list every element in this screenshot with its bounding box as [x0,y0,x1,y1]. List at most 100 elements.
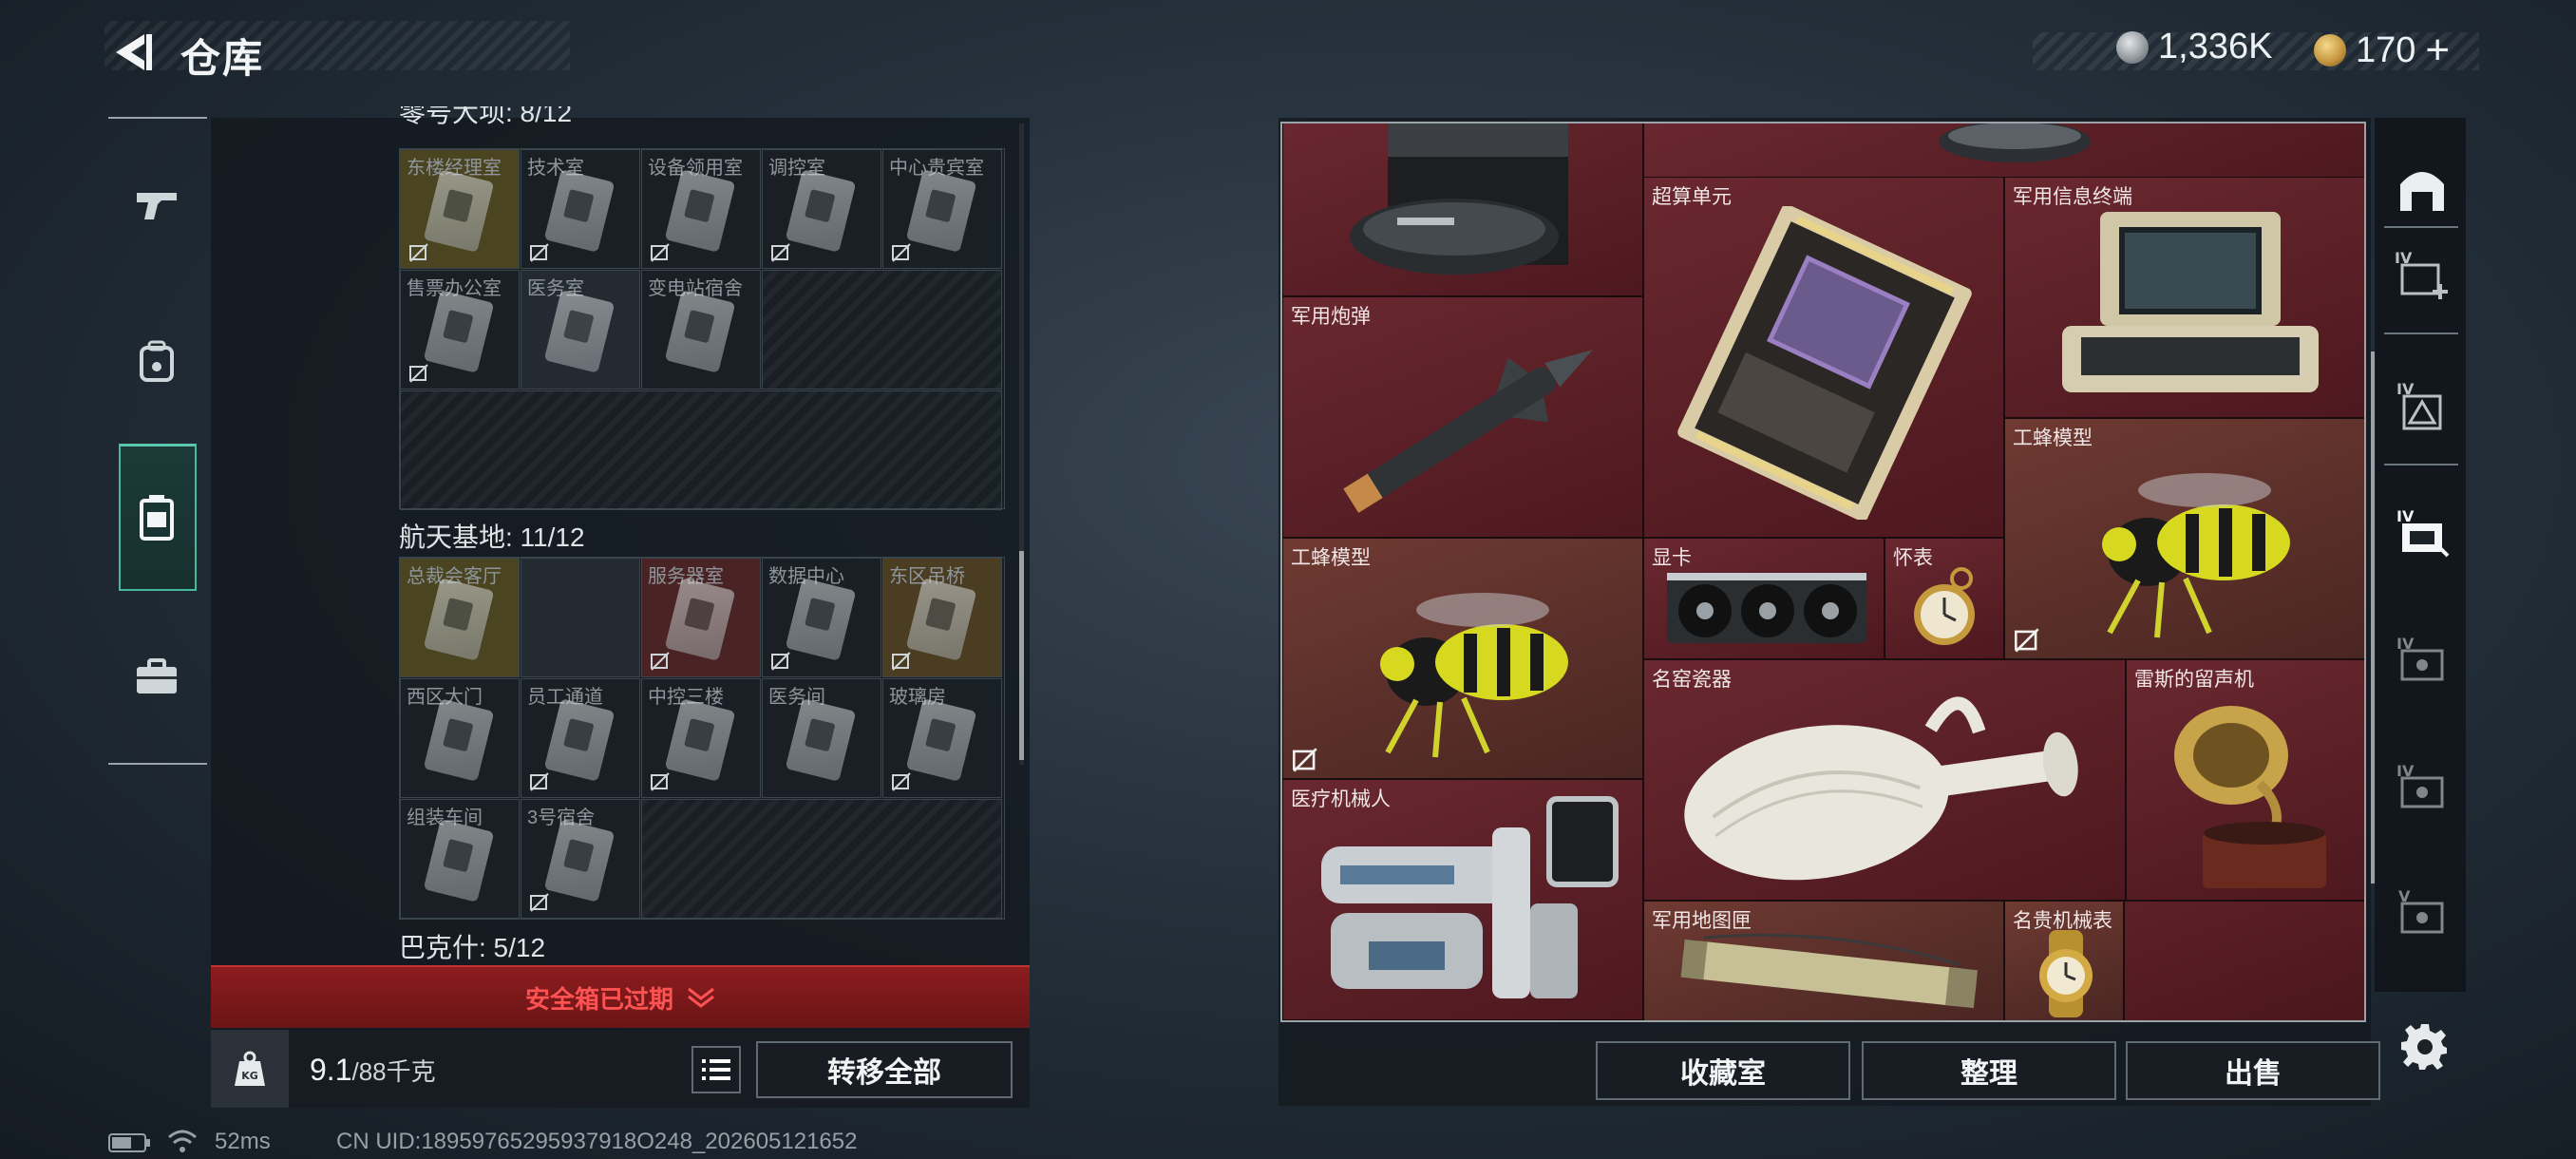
rail-case-iv-button[interactable]: IV [2389,629,2455,692]
card-case-icon: IV [2396,507,2450,558]
key-slot[interactable]: 售票办公室 [400,270,520,390]
hafcoin-icon [2116,30,2149,64]
no-carry-icon [530,772,549,791]
empty-slot[interactable] [400,390,1002,510]
safebox-tab[interactable] [119,480,195,556]
key-slot[interactable]: 中心贵宾室 [882,149,1002,269]
keycard-icon [664,698,736,782]
medical-robot-image [1321,796,1619,998]
stash-item[interactable]: 显卡 [1643,538,1885,659]
weight-readout: 9.1/88千克 [310,1053,436,1088]
stash-item[interactable]: 名贵机械表 [2004,901,2124,1020]
key-slot[interactable]: 医务间 [762,678,881,798]
rail-divider [2384,332,2458,334]
no-carry-icon [409,243,428,262]
key-slot[interactable]: 员工通道 [521,678,640,798]
stash-item[interactable]: 军用地图匣 [1643,901,2004,1020]
stash-item[interactable]: 工蜂模型 [1282,538,1643,779]
key-slot[interactable]: 医务室 [521,270,640,390]
partial-object-image [1939,124,2091,162]
stash-item-partial[interactable] [1643,124,2364,179]
stash-item[interactable]: 军用信息终端 [2004,177,2364,418]
stash-item[interactable]: 怀表 [1885,538,2004,659]
chevron-down-icon [688,987,714,1008]
key-slot[interactable]: 东区吊桥 [882,558,1002,677]
weight-icon: KG [211,1030,289,1108]
collection-room-button[interactable]: 收藏室 [1596,1041,1850,1100]
key-slot[interactable]: 调控室 [762,149,881,269]
section-heading: 巴克什: 5/12 [399,933,546,962]
rail-card-case-button-active[interactable]: IV [2389,502,2455,564]
key-slot[interactable]: 技术室 [521,149,640,269]
key-slot[interactable]: 总裁会客厅 [400,558,520,677]
drone-bee-image [2102,473,2290,638]
keycard-icon [423,819,495,902]
stash-item[interactable]: 雷斯的留声机 [2126,659,2364,901]
key-slot[interactable]: 玻璃房 [882,678,1002,798]
no-carry-icon [409,364,428,383]
key-slot[interactable]: 中控三楼 [641,678,761,798]
list-view-button[interactable] [691,1046,741,1093]
stash-item[interactable]: 超算单元 [1643,177,2004,538]
section-heading-partial: 零号大坝: 8/12 [399,106,573,127]
no-carry-icon [651,772,670,791]
rail-divider [2384,226,2458,228]
left-scrollbar-thumb[interactable] [1019,551,1024,760]
settings-button[interactable] [2401,1022,2449,1074]
rail-case-iv-button[interactable]: IV [2389,756,2455,819]
key-slot[interactable]: 数据中心 [762,558,881,677]
transfer-all-button[interactable]: 转移全部 [756,1041,1013,1098]
vacuum-station-image [1350,124,1568,275]
weapon-tab[interactable] [119,166,195,242]
key-grid-dam: 东楼经理室 技术室 设备领用室 调控室 中心贵宾室 售票办公室 医务室 变电站宿… [399,148,1005,510]
keycard-icon [785,169,857,253]
stash-grid[interactable]: 超算单元 军用信息终端 军用炮弹 工蜂模型 工蜂模型 显卡 怀表 名窑瓷器 雷斯… [1280,122,2366,1022]
organize-button[interactable]: 整理 [1862,1041,2116,1100]
no-carry-icon [651,243,670,262]
back-arrow-icon[interactable] [106,28,156,76]
key-slot[interactable]: 组装车间 [400,799,520,919]
rail-case-button[interactable]: IV [2389,374,2455,437]
currency-hafcoin[interactable]: 1,336K [2116,27,2272,67]
list-icon [702,1059,730,1080]
rail-home-button[interactable] [2389,158,2455,220]
key-slot[interactable]: 服务器室 [641,558,761,677]
keycard-icon [423,698,495,782]
key-grid-space-base: 总裁会客厅 服务器室 数据中心 东区吊桥 西区大门 员工通道 中控三楼 医务间 … [399,557,1005,920]
rail-case-v-button[interactable]: V [2389,882,2455,944]
rail-divider [2384,464,2458,466]
key-slot[interactable]: 西区大门 [400,678,520,798]
stash-item-partial[interactable] [1282,124,1643,296]
sell-button[interactable]: 出售 [2126,1041,2380,1100]
key-slot[interactable]: 设备领用室 [641,149,761,269]
empty-slot[interactable] [641,799,1002,919]
empty-slot[interactable] [762,270,1002,390]
drone-bee-image [1380,593,1568,758]
key-slot[interactable]: 变电站宿舍 [641,270,761,390]
keycard-icon [664,578,736,661]
safebox-expired-banner[interactable]: 安全箱已过期 [211,965,1030,1028]
gear-tab[interactable] [119,323,195,399]
key-slot[interactable]: 东楼经理室 [400,149,520,269]
luxury-watch-image [2039,930,2093,1017]
keycard-icon [543,819,616,902]
stash-item[interactable]: 医疗机械人 [1282,779,1643,1020]
case-tab[interactable] [119,638,195,714]
stash-item[interactable]: 工蜂模型 [2004,418,2364,659]
empty-slot[interactable] [521,558,640,677]
keycard-icon [543,698,616,782]
no-carry-icon [771,243,790,262]
empty-stash-slot[interactable] [2124,901,2364,1020]
currency-premium[interactable]: 170 + [2314,27,2450,74]
uid-readout: CN UID:18959765295937918O248_20260512165… [336,1129,858,1154]
keycard-icon [423,290,495,373]
stash-item[interactable]: 军用炮弹 [1282,296,1643,538]
key-slot[interactable]: 3号宿舍 [521,799,640,919]
weight-value: 9.1 [310,1053,352,1087]
stash-item[interactable]: 名窑瓷器 [1643,659,2126,901]
no-carry-icon [530,243,549,262]
briefcase-icon [137,658,177,694]
add-currency-button[interactable]: + [2425,27,2450,74]
rail-add-case-button[interactable]: IV [2389,243,2455,306]
pocket-watch-image [1914,567,1975,645]
